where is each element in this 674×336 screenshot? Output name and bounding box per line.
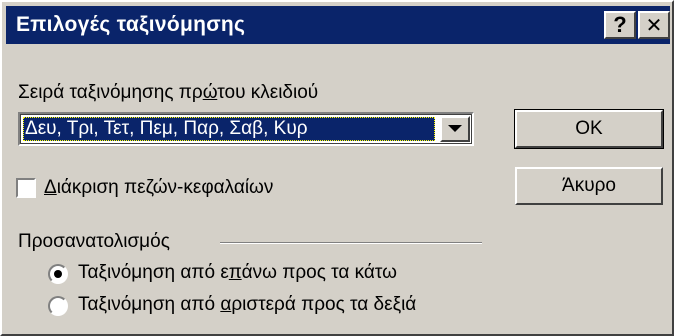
sort-options-dialog: Επιλογές ταξινόμησης ? ✕ Σειρά ταξινόμησ… bbox=[0, 0, 674, 336]
close-button[interactable]: ✕ bbox=[638, 11, 670, 39]
first-key-order-dropdown[interactable]: Δευ, Τρι, Τετ, Πεμ, Παρ, Σαβ, Κυρ bbox=[18, 112, 474, 146]
first-key-label: Σειρά ταξινόμησης πρώτου κλειδιού bbox=[18, 82, 318, 104]
first-key-order-value: Δευ, Τρι, Τετ, Πεμ, Παρ, Σαβ, Κυρ bbox=[23, 117, 435, 141]
dialog-title: Επιλογές ταξινόμησης bbox=[16, 13, 246, 36]
help-icon: ? bbox=[613, 12, 627, 37]
radio-left-to-right-label-part1: Ταξινόμηση από bbox=[78, 294, 221, 315]
cancel-button[interactable]: Άκυρο bbox=[515, 167, 663, 205]
first-key-label-part2: του κλειδιού bbox=[217, 82, 319, 103]
chevron-down-icon bbox=[448, 125, 462, 132]
orientation-group-label: Προσανατολισμός bbox=[18, 231, 170, 252]
case-sensitive-checkbox[interactable] bbox=[16, 178, 36, 198]
help-button[interactable]: ? bbox=[604, 11, 636, 39]
radio-selected-dot bbox=[54, 270, 62, 278]
first-key-label-part1: Σειρά ταξινόμησης πρ bbox=[18, 82, 203, 103]
radio-top-to-bottom-label-part1: Ταξινόμηση από ε bbox=[78, 262, 229, 283]
radio-left-to-right-hotkey: α bbox=[220, 294, 232, 315]
radio-left-to-right-label[interactable]: Ταξινόμηση από αριστερά προς τα δεξιά bbox=[78, 294, 416, 316]
case-sensitive-label[interactable]: Διάκριση πεζών-κεφαλαίων bbox=[44, 177, 273, 199]
title-bar[interactable]: Επιλογές ταξινόμησης ? ✕ bbox=[6, 6, 670, 44]
close-icon: ✕ bbox=[645, 14, 663, 37]
radio-left-to-right[interactable] bbox=[48, 296, 68, 316]
case-sensitive-hotkey: Δ bbox=[44, 177, 57, 198]
radio-top-to-bottom-hotkey: π bbox=[228, 262, 242, 283]
dropdown-arrow-button[interactable] bbox=[440, 116, 470, 142]
first-key-label-hotkey: ώ bbox=[202, 82, 218, 103]
ok-button[interactable]: OK bbox=[514, 109, 664, 149]
radio-top-to-bottom-label[interactable]: Ταξινόμηση από επάνω προς τα κάτω bbox=[78, 262, 397, 284]
radio-top-to-bottom-label-part2: άνω προς τα κάτω bbox=[241, 262, 397, 283]
orientation-group-divider bbox=[220, 242, 482, 244]
radio-top-to-bottom[interactable] bbox=[48, 264, 68, 284]
case-sensitive-label-text: ιάκριση πεζών-κεφαλαίων bbox=[56, 177, 274, 198]
radio-left-to-right-label-part2: ριστερά προς τα δεξιά bbox=[231, 294, 417, 315]
